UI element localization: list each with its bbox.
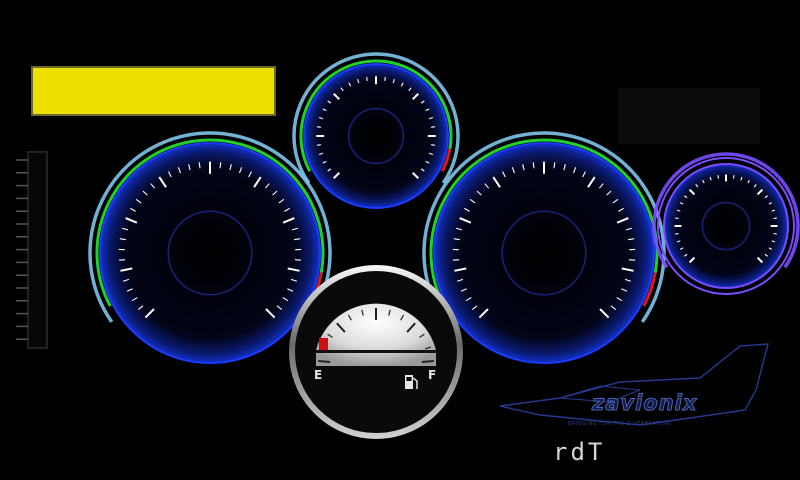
brand-tagline: BRIDGING FOR THE Z GENERATION <box>568 421 671 427</box>
fuel-full-label: F <box>428 368 437 382</box>
fuel-empty-label: E <box>314 368 323 382</box>
level-meter-frame <box>27 151 48 349</box>
status-display-panel <box>31 66 276 116</box>
secondary-display-panel <box>618 88 760 144</box>
maker-logo: rdT <box>553 438 606 466</box>
brand-logo-text: zavionix <box>591 391 698 416</box>
